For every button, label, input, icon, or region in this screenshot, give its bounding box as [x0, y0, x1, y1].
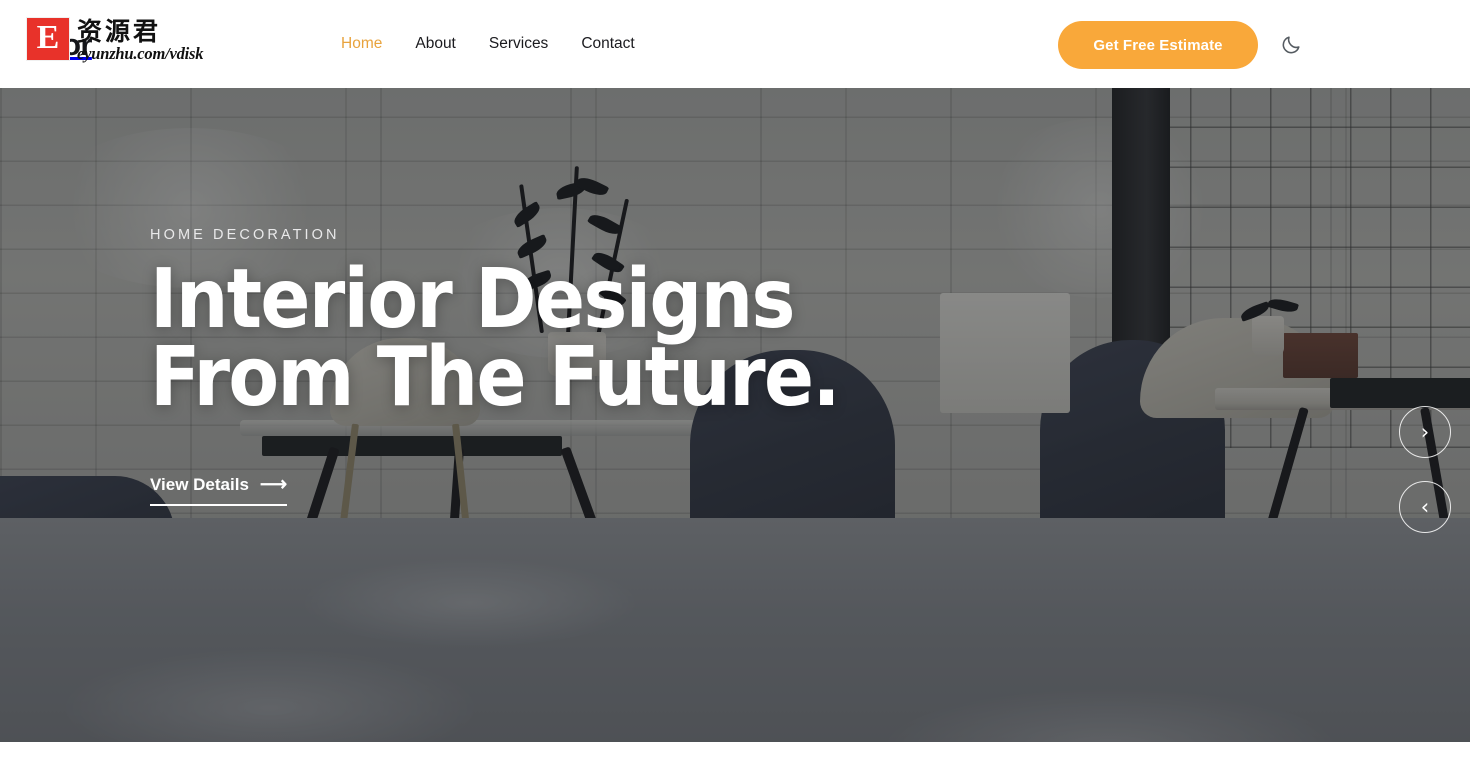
hero-content: HOME DECORATION Interior Designs From Th…: [150, 227, 841, 506]
moon-icon: [1280, 34, 1302, 59]
chevron-right-icon: ›: [1420, 419, 1430, 444]
theme-toggle-button[interactable]: [1278, 33, 1304, 59]
site-header: floor Home About Services Contact Get Fr…: [0, 0, 1470, 88]
get-free-estimate-button[interactable]: Get Free Estimate: [1058, 21, 1258, 69]
arrow-right-icon: ⟶: [259, 473, 288, 495]
nav-item-contact[interactable]: Contact: [581, 36, 634, 52]
page-bottom-strip: [0, 742, 1470, 780]
hero-title-line-2: From The Future.: [150, 330, 841, 426]
chevron-left-icon: ‹: [1420, 494, 1430, 519]
view-details-label: View Details: [150, 474, 249, 494]
nav-item-about[interactable]: About: [415, 36, 456, 52]
nav-item-services[interactable]: Services: [489, 36, 548, 52]
hero-title-line-1: Interior Designs: [150, 251, 795, 347]
hero-eyebrow: HOME DECORATION: [150, 227, 340, 243]
brand-logo[interactable]: floor: [26, 0, 92, 88]
view-details-link[interactable]: View Details ⟶: [150, 473, 288, 506]
landing-page: floor Home About Services Contact Get Fr…: [0, 0, 1470, 780]
brand-name: floor: [26, 26, 92, 62]
hero-section: HOME DECORATION Interior Designs From Th…: [0, 88, 1470, 742]
carousel-prev-button[interactable]: ‹: [1399, 481, 1451, 533]
main-navigation: Home About Services Contact: [341, 0, 635, 88]
hero-title: Interior Designs From The Future.: [150, 251, 841, 426]
nav-item-home[interactable]: Home: [341, 36, 382, 52]
carousel-next-button[interactable]: ›: [1399, 406, 1451, 458]
